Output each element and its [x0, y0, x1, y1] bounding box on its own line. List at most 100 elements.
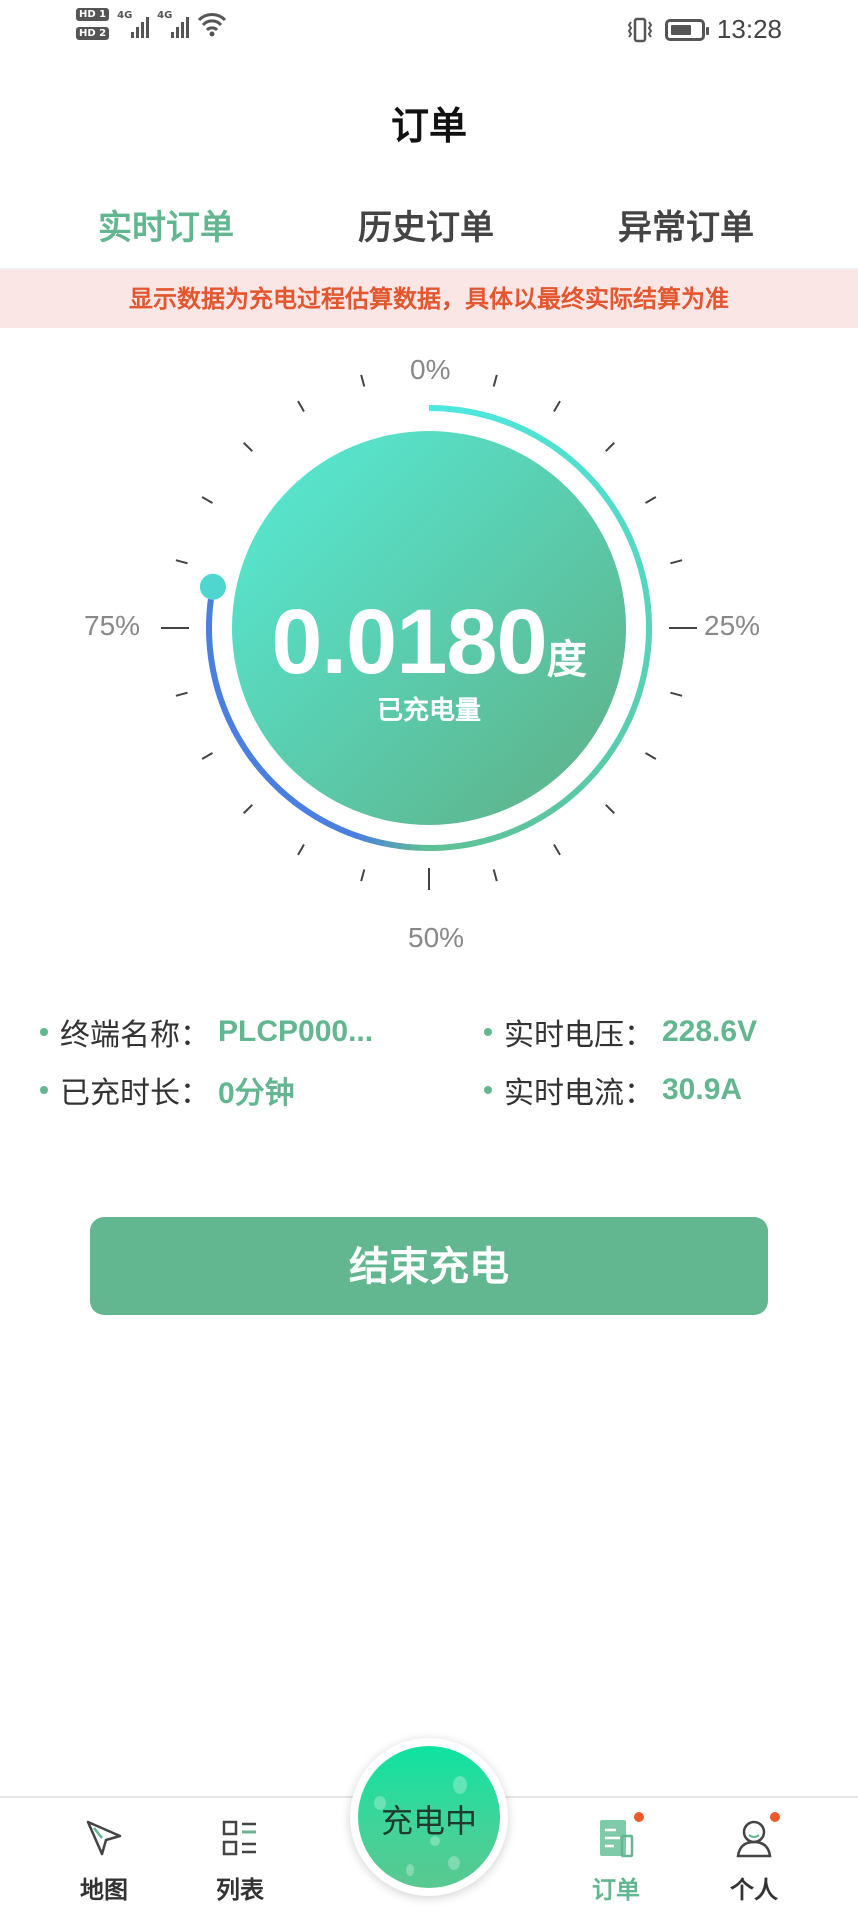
gauge-tick [298, 401, 304, 411]
gauge-tick [361, 375, 364, 387]
status-bar: HD 1 HD 2 4G 4G 13:28 [0, 0, 858, 64]
progress-arc-segment [447, 409, 457, 410]
progress-arc-segment [274, 784, 281, 791]
tab-history-orders[interactable]: 历史订单 [358, 200, 494, 249]
charged-value: 0.0180 [271, 591, 546, 693]
nav-list[interactable]: 列表 [190, 1812, 290, 1905]
progress-arc-segment [301, 807, 309, 813]
progress-arc-segment [507, 830, 516, 834]
progress-arc-segment [438, 408, 448, 409]
gauge-tick [202, 497, 212, 503]
nav-profile[interactable]: 个人 [704, 1812, 804, 1905]
progress-arc-segment [409, 847, 419, 848]
network-type-2: 4G [157, 10, 172, 21]
progress-arc-segment [474, 413, 484, 415]
bullet-icon [484, 1086, 492, 1094]
hd-icon: HD 1 HD 2 [76, 8, 109, 40]
progress-arc-segment [454, 845, 464, 846]
page-title: 订单 [0, 95, 858, 150]
progress-arc-segment [636, 553, 639, 562]
progress-arc-segment [491, 417, 500, 420]
charging-bubble-icon: 充电中 [358, 1746, 500, 1888]
progress-arc-segment [577, 465, 584, 472]
progress-arc-segment [324, 821, 333, 826]
progress-arc-segment [482, 415, 492, 418]
nav-label: 地图 [54, 1870, 154, 1905]
progress-arc-segment [268, 777, 275, 784]
progress-arc-segment [241, 742, 246, 750]
progress-arc-segment [583, 471, 590, 478]
charge-gauge: 0% 25% 50% 75% 0.0180度 已充电量 [0, 340, 858, 960]
gauge-tick [176, 560, 188, 563]
gauge-tick [202, 753, 212, 759]
charging-status-button[interactable]: 充电中 [350, 1738, 508, 1896]
gauge-tick [554, 401, 560, 411]
progress-arc-segment [533, 434, 542, 439]
progress-arc-segment [401, 846, 411, 847]
navigation-arrow-icon [82, 1816, 126, 1860]
scale-label-0: 0% [410, 354, 450, 386]
info-value: 228.6V [662, 1015, 757, 1049]
progress-arc-segment [561, 798, 569, 804]
progress-arc-segment [621, 521, 626, 530]
progress-arc-segment [383, 843, 393, 845]
bullet-icon [484, 1028, 492, 1036]
progress-arc-segment [251, 757, 257, 765]
progress-arc-segment [539, 813, 547, 818]
progress-arc-segment [569, 792, 576, 798]
progress-arc-segment [340, 829, 349, 833]
progress-arc-segment [595, 484, 601, 492]
progress-arc-segment [617, 513, 622, 522]
progress-arc-segment [374, 841, 384, 843]
network-type-1: 4G [117, 10, 132, 21]
progress-arc-segment [525, 430, 534, 434]
estimate-notice: 显示数据为充电过程估算数据，具体以最终实际结算为准 [0, 268, 858, 328]
end-charge-button[interactable]: 结束充电 [90, 1217, 768, 1315]
progress-arc-segment [575, 786, 582, 793]
progress-arc-segment [540, 438, 548, 443]
nav-map[interactable]: 地图 [54, 1812, 154, 1905]
progress-arc-segment [262, 771, 269, 778]
clock: 13:28 [717, 14, 782, 45]
nav-label: 订单 [566, 1870, 666, 1905]
bullet-icon [40, 1086, 48, 1094]
progress-arc-segment [516, 426, 525, 430]
info-value: 30.9A [662, 1073, 742, 1107]
progress-arc-segment [556, 448, 564, 454]
info-label: 已充时长： [60, 1068, 210, 1112]
progress-arc-segment [607, 498, 613, 506]
charged-unit: 度 [547, 637, 587, 683]
charging-label: 充电中 [358, 1796, 500, 1842]
progress-arc-segment [472, 842, 482, 844]
progress-arc-segment [601, 491, 607, 499]
progress-arc-segment [589, 477, 596, 484]
progress-arc-segment [365, 839, 375, 842]
progress-arc-segment [548, 443, 556, 449]
progress-arc-segment [625, 529, 629, 538]
vibrate-icon [627, 16, 653, 44]
progress-arc-segment [641, 571, 643, 581]
progress-arc-segment [531, 818, 540, 823]
progress-arc-segment [588, 772, 595, 779]
progress-arc-segment [500, 420, 509, 423]
nav-orders[interactable]: 订单 [566, 1812, 666, 1905]
gauge-tick [244, 443, 252, 451]
progress-arc-segment [490, 837, 499, 840]
progress-arc-segment [611, 744, 616, 752]
progress-arc-segment [332, 825, 341, 829]
signal-icon-2: 4G [157, 10, 189, 38]
info-label: 终端名称： [60, 1010, 210, 1054]
progress-arc-segment [456, 410, 466, 411]
progress-arc-segment [639, 562, 642, 571]
progress-arc-segment [600, 758, 606, 766]
progress-arc-segment [554, 803, 562, 809]
tab-realtime-orders[interactable]: 实时订单 [98, 200, 234, 249]
sim1-label: HD 1 [76, 8, 109, 21]
progress-arc-segment [287, 796, 295, 802]
progress-arc-segment [232, 726, 237, 735]
list-icon [218, 1816, 262, 1860]
tab-abnormal-orders[interactable]: 异常订单 [618, 200, 754, 249]
gauge-tick [606, 805, 614, 813]
notification-badge [770, 1812, 780, 1822]
bullet-icon [40, 1028, 48, 1036]
